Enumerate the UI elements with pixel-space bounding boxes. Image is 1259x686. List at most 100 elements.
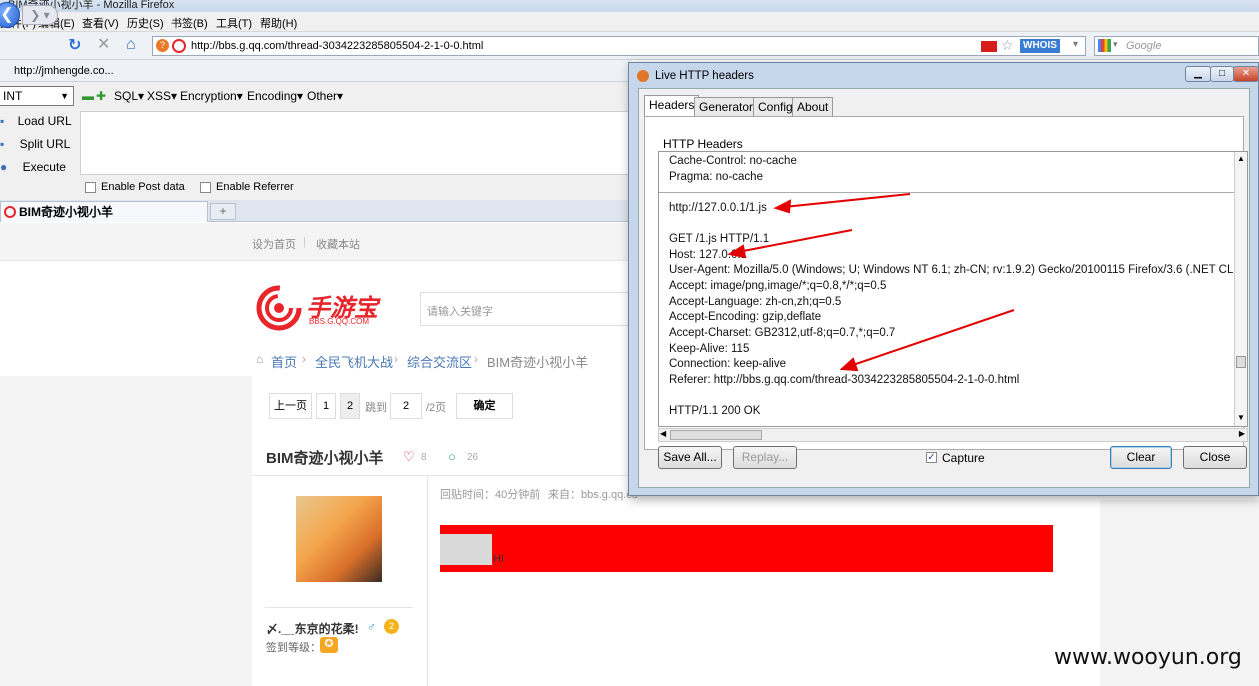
window-close-button[interactable]: ✕ [1233,66,1259,82]
search-engine-dropdown-icon[interactable]: ▾ [1113,39,1118,50]
tab-headers[interactable]: Headers [644,95,700,117]
scroll-right-icon[interactable]: ▶ [1239,429,1245,438]
heart-icon[interactable]: ♡ [403,449,415,465]
scroll-thumb[interactable] [1236,356,1246,368]
vertical-scrollbar[interactable]: ▲ ▼ [1234,152,1247,426]
new-tab-button[interactable]: + [210,203,236,220]
bookmarks-toolbar: http://jmhengde.co... [0,60,632,82]
menu-history[interactable]: 历史(S) [127,15,164,31]
type-select[interactable]: INT ▼ [0,86,74,106]
header-line: Host: 127.0.0.1 [669,249,747,261]
request-separator [659,192,1235,193]
menu-view[interactable]: 查看(V) [82,15,119,31]
search-box[interactable]: ▾ Google [1094,36,1259,56]
menu-encryption[interactable]: Encryption▾ [180,89,243,103]
site-favicon [172,39,186,53]
post-time: 回贴时间：40分钟前 [440,489,541,501]
breadcrumb-game[interactable]: 全民飞机大战 [315,352,393,371]
horizontal-scroll-thumb[interactable] [670,430,762,440]
minus-icon[interactable]: ▬ [82,89,94,103]
scroll-left-icon[interactable]: ◀ [660,429,666,438]
split-url-button[interactable]: ▪ Split URL [0,137,70,151]
header-line: Connection: keep-alive [669,358,786,370]
male-icon: ♂ [367,620,376,634]
menu-encoding[interactable]: Encoding▾ [247,89,303,103]
menu-other[interactable]: Other▾ [307,89,343,103]
bookmark-item[interactable]: http://jmhengde.co... [14,65,114,77]
tab-active[interactable]: BIM奇迹小视小羊 [0,201,208,222]
site-search-input[interactable]: 请输入关键字 [420,292,632,326]
reload-icon[interactable]: ↻ [68,38,81,54]
plus-icon[interactable]: ✚ [96,89,106,103]
signin-level-label: 签到等级： [266,642,321,654]
replay-button[interactable]: Replay... [733,446,797,469]
left-margin [0,376,252,686]
menu-bookmarks[interactable]: 书签(B) [171,15,208,31]
jump-page-input[interactable]: 2 [390,393,422,419]
tab-generator[interactable]: Generator [694,97,759,117]
confirm-button[interactable]: 确定 [456,393,513,419]
injected-red-block [440,525,1053,572]
logo-subtext: BBS.G.QQ.COM [309,317,370,326]
whois-button[interactable]: WHOIS [1020,39,1060,53]
menu-sql[interactable]: SQL▾ [114,89,144,103]
menu-bar: 文件(F) 编辑(E) 查看(V) 历史(S) 书签(B) 工具(T) 帮助(H… [0,12,1259,32]
home-icon[interactable]: ⌂ [126,37,136,53]
comment-icon[interactable]: ○ [448,449,456,464]
site-top-bar: 设为首页 | 收藏本站 [0,223,632,261]
lhh-title: Live HTTP headers [655,70,754,82]
url-dropdown-icon[interactable]: ▾ [1073,39,1078,50]
url-bar[interactable]: ? http://bbs.g.qq.com/thread-30342232858… [152,36,1086,56]
minimize-button[interactable]: ▁ [1185,66,1211,82]
breadcrumb-home[interactable]: 首页 [271,352,297,371]
search-placeholder: Google [1126,40,1162,52]
site-logo[interactable] [256,285,302,331]
post-title: BIM奇迹小视小羊 [266,450,384,467]
save-all-button[interactable]: Save All... [658,446,722,469]
capture-checkbox[interactable]: ✓ [926,452,937,463]
menu-tools[interactable]: 工具(T) [216,15,252,31]
load-url-label: Load URL [17,114,72,128]
stop-icon[interactable]: ✕ [97,37,110,53]
enable-post-checkbox[interactable] [85,182,96,193]
post-source: 来自：bbs.g.qq.co [548,489,638,501]
page-2-button[interactable]: 2 [340,393,360,419]
scroll-up-icon[interactable]: ▲ [1237,154,1245,163]
menu-xss[interactable]: XSS▾ [147,89,177,103]
load-url-button[interactable]: ▪ Load URL [0,114,72,128]
total-pages: /2页 [426,402,447,414]
close-button[interactable]: Close [1183,446,1247,469]
tab-favicon [4,206,16,218]
injected-gray-box [440,534,492,565]
hackbar-url-textarea[interactable] [80,111,632,175]
header-line: Keep-Alive: 115 [669,343,750,355]
enable-referrer-checkbox[interactable] [200,182,211,193]
tab-config[interactable]: Config [753,97,798,117]
menu-help[interactable]: 帮助(H) [260,15,297,31]
maximize-button[interactable]: □ [1210,66,1234,82]
set-homepage-link[interactable]: 设为首页 [252,236,296,252]
scroll-down-icon[interactable]: ▼ [1237,413,1245,422]
crown-icon: ✪ [320,637,338,653]
enable-referrer-label: Enable Referrer [216,181,294,193]
prev-page-button[interactable]: 上一页 [269,393,312,419]
jump-label: 跳到 [365,402,387,414]
page-1-button[interactable]: 1 [316,393,336,419]
breadcrumb-forum[interactable]: 综合交流区 [407,352,472,371]
bookmark-site-link[interactable]: 收藏本站 [316,236,360,252]
flag-icon [981,41,997,52]
avatar[interactable] [296,496,382,582]
execute-button[interactable]: ● Execute [0,160,66,174]
clear-button[interactable]: Clear [1110,446,1172,469]
capture-label: Capture [942,451,985,465]
firefox-icon [637,70,649,82]
info-icon: ? [156,39,169,52]
star-icon[interactable]: ☆ [1001,37,1014,54]
request-url-line: http://127.0.0.1/1.js [669,202,767,214]
url-text: http://bbs.g.qq.com/thread-3034223285805… [191,40,484,52]
header-line: Accept-Charset: GB2312,utf-8;q=0.7,*;q=0… [669,327,896,339]
tab-about[interactable]: About [792,97,834,117]
author-name[interactable]: 〆.__东京的花柔! [266,620,359,637]
http-headers-label: HTTP Headers [663,137,743,151]
forward-button[interactable]: ❯ ▾ [22,5,58,25]
